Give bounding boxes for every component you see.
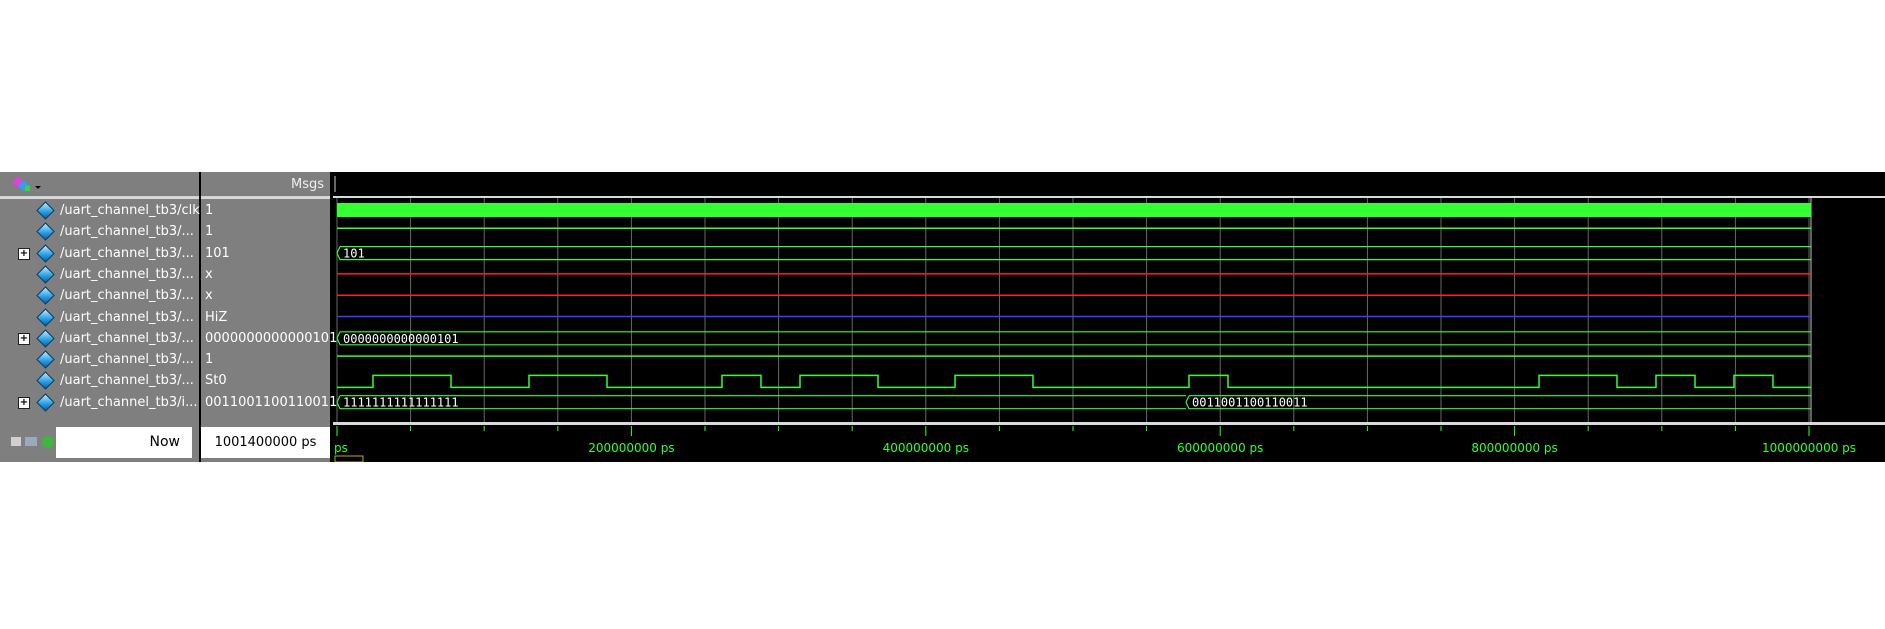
signal-name[interactable]: /uart_channel_tb3/... — [60, 349, 194, 370]
signal-name[interactable]: /uart_channel_tb3/i... — [60, 392, 197, 413]
bus-value-label: 0011001100110011 — [1192, 396, 1308, 410]
signal-value: 1 — [205, 224, 214, 240]
clk-wave — [337, 203, 1811, 217]
signal-value: 101 — [205, 245, 230, 261]
signal-value: HiZ — [205, 309, 228, 325]
signal-diamond-icon — [36, 286, 55, 305]
header-divider — [0, 197, 199, 199]
bus-transition — [1185, 395, 1190, 409]
timeline-divider — [333, 422, 1885, 425]
signal-name[interactable]: /uart_channel_tb3/... — [60, 285, 194, 306]
zoom-marker — [334, 455, 364, 462]
signal-diamond-icon — [36, 222, 55, 241]
bus-value-label: 0000000000000101 — [343, 332, 459, 346]
signal-diamond-icon — [36, 307, 55, 327]
signal-diamond-icon — [36, 392, 55, 412]
footer-icons[interactable] — [10, 434, 56, 454]
signal-value: x — [205, 266, 213, 282]
timeline-tick-label: 400000000 ps — [883, 441, 969, 455]
signal-diamond-icon — [36, 201, 55, 220]
signal-diamond-icon — [36, 243, 55, 263]
signal-name[interactable]: /uart_channel_tb3/... — [60, 243, 194, 264]
signal-diamond-icon — [36, 329, 55, 348]
waveform-plot[interactable]: 101 0000000000000101 1111111111111111 00110… — [333, 172, 1885, 462]
signal-value: 0011001100110011 — [205, 394, 338, 410]
signal-name[interactable]: /uart_channel_tb3/clk — [60, 200, 200, 221]
signal-name[interactable]: /uart_channel_tb3/... — [60, 328, 194, 349]
signal-name[interactable]: /uart_channel_tb3/... — [60, 370, 194, 391]
signal-names-pane: /uart_channel_tb3/clk/uart_channel_tb3/.… — [0, 172, 200, 462]
msgs-label: Msgs — [290, 177, 324, 192]
timeline-tick-label: 200000000 ps — [588, 441, 674, 455]
expand-plus-icon[interactable]: + — [18, 396, 30, 409]
signal-value: 1 — [205, 203, 214, 218]
values-header: Msgs — [201, 172, 330, 198]
signal-diamond-icon — [36, 371, 55, 391]
wave-window: /uart_channel_tb3/clk/uart_channel_tb3/.… — [0, 172, 1885, 462]
signal-name[interactable]: /uart_channel_tb3/... — [60, 264, 194, 285]
names-header — [0, 172, 199, 198]
header-divider — [201, 197, 330, 199]
wave-toolbar-icon[interactable] — [12, 176, 41, 192]
plot-header-divider — [333, 196, 1885, 198]
bus-value-label: 1111111111111111 — [343, 396, 459, 410]
bus-value-label: 101 — [343, 247, 365, 261]
signal-value: St0 — [205, 373, 227, 389]
now-time-value: 1001400000 ps — [201, 427, 330, 458]
timeline-tick-label: 1000000000 ps — [1762, 441, 1856, 455]
timeline-tick-label: 800000000 ps — [1471, 441, 1557, 455]
signal-diamond-icon — [36, 265, 55, 284]
timeline-tick-label: 600000000 ps — [1177, 441, 1263, 455]
signal-name[interactable]: /uart_channel_tb3/... — [60, 307, 194, 328]
signal-value: 0000000000000101 — [205, 330, 338, 346]
signal-values-pane: Msgs 1 1 101 x x HiZ 0000000000000101 1 St0 00110… — [201, 172, 337, 462]
now-label: Now — [56, 427, 192, 458]
signal-name[interactable]: /uart_channel_tb3/... — [60, 221, 194, 242]
expand-plus-icon[interactable]: + — [18, 332, 30, 345]
expand-plus-icon[interactable]: + — [18, 247, 30, 260]
timeline-start-label: ps — [334, 441, 348, 455]
signal-value: x — [205, 288, 213, 304]
signal-diamond-icon — [36, 350, 55, 369]
signal-value: 1 — [205, 352, 214, 368]
